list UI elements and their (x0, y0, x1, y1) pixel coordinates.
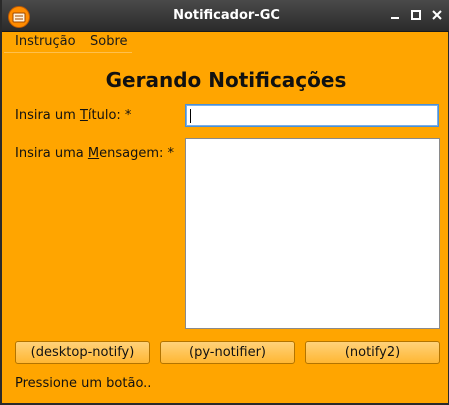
page-heading: Gerando Notificações (105, 68, 347, 92)
title-label-post: ítulo: * (87, 108, 132, 123)
window-title: Notificador-GC (173, 8, 280, 23)
close-icon[interactable] (430, 8, 444, 22)
message-label-pre: Insira uma (15, 146, 88, 161)
app-window: Notificador-GC Instrução Sobre Gerando N… (0, 0, 449, 405)
title-bar[interactable]: Notificador-GC (2, 0, 449, 32)
desktop-notify-button[interactable]: (desktop-notify) (15, 341, 150, 364)
notify2-button[interactable]: (notify2) (305, 341, 440, 364)
message-input[interactable] (185, 138, 440, 329)
menu-bar: Instrução Sobre (4, 32, 132, 53)
status-text: Pressione um botão.. (15, 376, 152, 391)
main-content: Instrução Sobre Gerando Notificações Ins… (4, 32, 448, 403)
title-label-mnemonic: T (79, 108, 88, 123)
title-label-pre: Insira um (15, 108, 80, 123)
minimize-icon[interactable] (388, 8, 402, 22)
message-label-mnemonic: M (87, 146, 100, 161)
title-label: Insira um Título: * (15, 108, 131, 123)
menu-instrucao[interactable]: Instrução (15, 34, 76, 49)
text-caret (190, 109, 191, 123)
menu-sobre[interactable]: Sobre (90, 34, 128, 49)
message-label-post: ensagem: * (99, 146, 175, 161)
maximize-icon[interactable] (409, 8, 423, 22)
py-notifier-button[interactable]: (py-notifier) (160, 341, 295, 364)
title-input[interactable] (185, 104, 439, 127)
message-label: Insira uma Mensagem: * (15, 146, 174, 161)
